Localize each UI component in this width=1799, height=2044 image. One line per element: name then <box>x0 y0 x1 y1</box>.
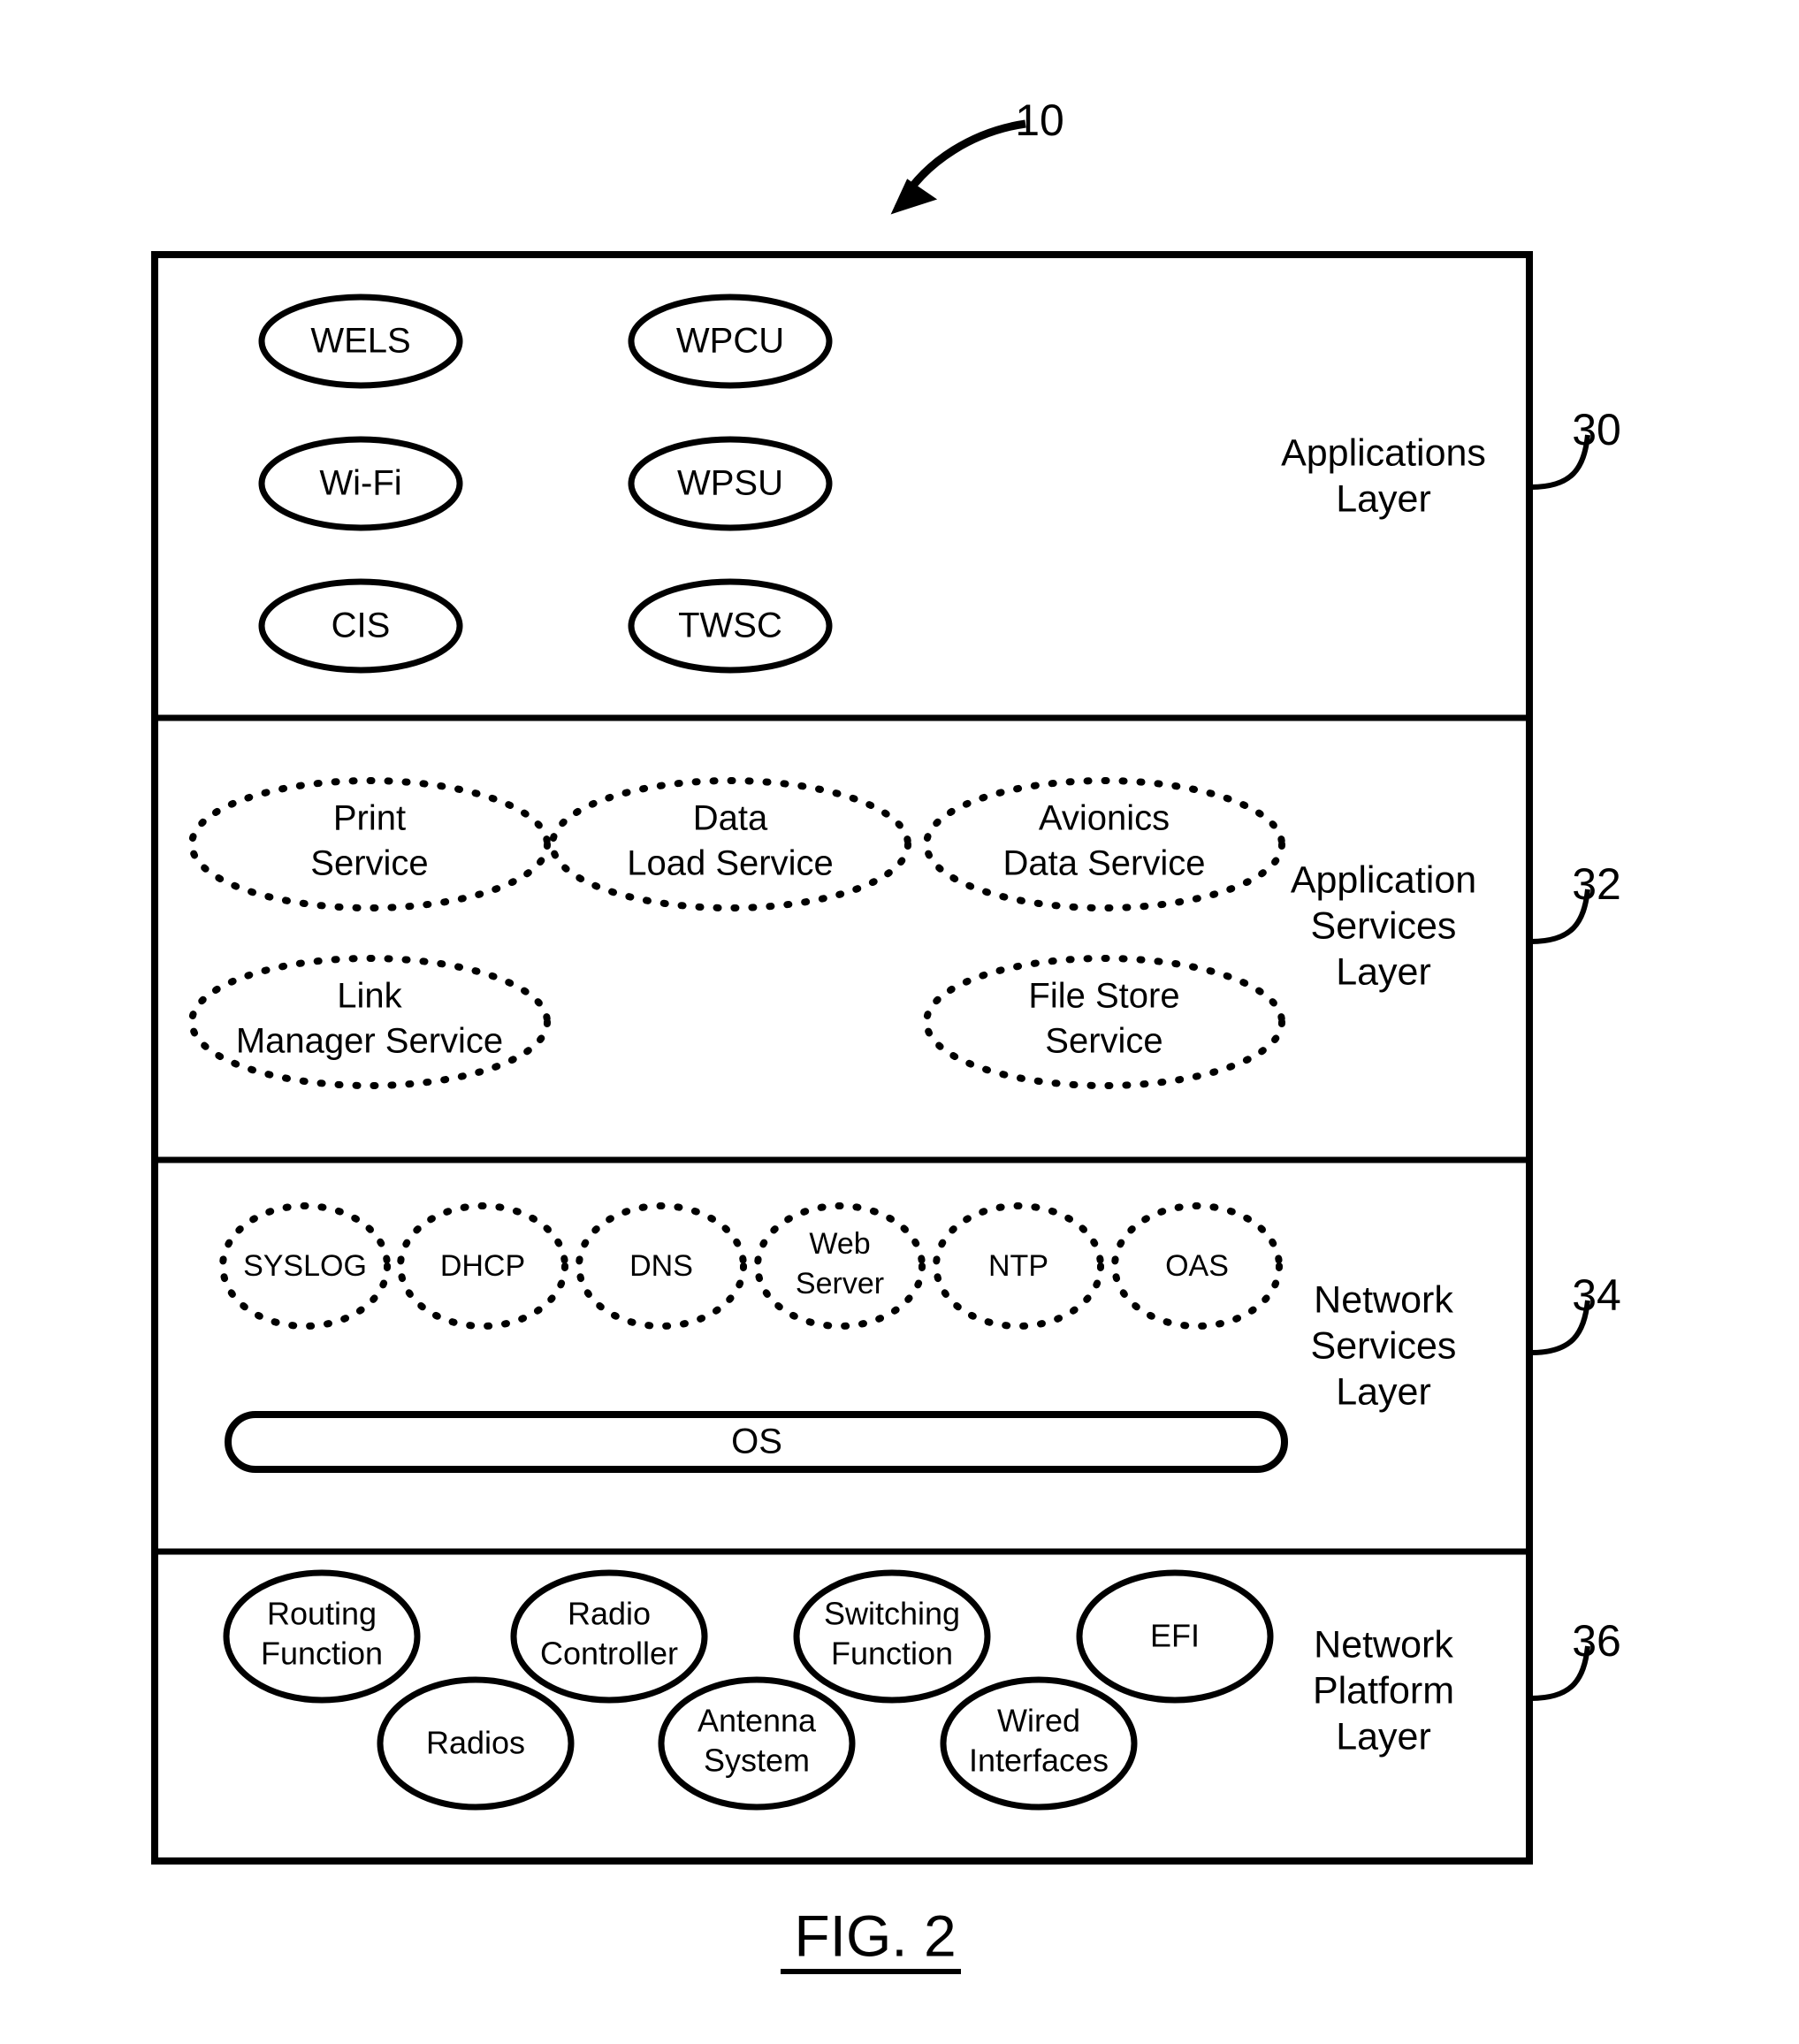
layer-label-application-services-line-1: Application <box>1291 858 1476 901</box>
layer-label-application-services: Application Services Layer <box>1291 858 1476 993</box>
node-print-service-label-line-2: Service <box>310 844 428 883</box>
node-switching-function-label-line-1: Switching <box>824 1596 960 1632</box>
node-wired-interfaces-label-line-1: Wired <box>997 1703 1080 1739</box>
system-callout-arrowhead <box>890 179 938 215</box>
node-wpsu[interactable]: WPSU <box>628 436 833 531</box>
layer-label-network-services: Network Services Layer <box>1311 1278 1457 1413</box>
node-data-load-service-label-line-2: Load Service <box>627 844 833 883</box>
layer-applications: WELS WPCU Wi-Fi WPSU CIS TWSC Applicatio… <box>258 294 1621 674</box>
ref-callout-30: 30 <box>1530 405 1621 490</box>
node-oas[interactable]: OAS <box>1111 1202 1283 1330</box>
node-web-server[interactable]: Web Server <box>754 1202 926 1330</box>
node-wifi[interactable]: Wi-Fi <box>258 436 463 531</box>
node-avionics-data-service[interactable]: Avionics Data Service <box>923 777 1285 911</box>
layer-label-applications-line-1: Applications <box>1281 431 1486 474</box>
layer-label-network-services-line-2: Services <box>1311 1324 1457 1367</box>
node-link-manager-service[interactable]: Link Manager Service <box>188 955 551 1089</box>
layer-label-network-platform-line-3: Layer <box>1336 1715 1431 1758</box>
node-routing-function-label-line-2: Function <box>261 1636 383 1672</box>
figure-caption-group: FIG. 2 <box>781 1903 961 1974</box>
node-switching-function[interactable]: Switching Function <box>793 1569 991 1704</box>
layer-label-network-platform-line-1: Network <box>1314 1623 1453 1666</box>
node-wired-interfaces-label-line-2: Interfaces <box>969 1743 1109 1779</box>
node-wpcu-label: WPCU <box>676 322 784 361</box>
layer-label-network-services-line-3: Layer <box>1336 1370 1431 1413</box>
node-file-store-service-label-line-2: Service <box>1045 1022 1162 1061</box>
node-dhcp-label: DHCP <box>440 1249 525 1283</box>
node-data-load-service-label-line-1: Data <box>693 799 768 838</box>
node-twsc[interactable]: TWSC <box>628 578 833 674</box>
node-web-server-label-line-1: Web <box>809 1227 870 1261</box>
ref-callout-36: 36 <box>1530 1616 1621 1701</box>
node-wels-label: WELS <box>310 322 410 361</box>
node-web-server-label-line-2: Server <box>796 1267 884 1300</box>
node-wels[interactable]: WELS <box>258 294 463 389</box>
node-oas-label: OAS <box>1165 1249 1229 1283</box>
layer-label-application-services-line-3: Layer <box>1336 950 1431 993</box>
layer-application-services: Print Service Data Load Service Avionics… <box>188 777 1621 1089</box>
node-efi-label: EFI <box>1150 1618 1200 1654</box>
node-antenna-system-label-line-2: System <box>704 1743 810 1779</box>
ref-callout-36-number: 36 <box>1572 1616 1621 1666</box>
node-dhcp[interactable]: DHCP <box>397 1202 568 1330</box>
node-wired-interfaces[interactable]: Wired Interfaces <box>940 1676 1138 1811</box>
figure-caption: FIG. 2 <box>794 1903 956 1968</box>
layer-label-applications: Applications Layer <box>1281 431 1486 520</box>
node-file-store-service[interactable]: File Store Service <box>923 955 1285 1089</box>
node-os-label: OS <box>731 1422 782 1461</box>
node-link-manager-service-label-line-1: Link <box>337 977 402 1016</box>
node-antenna-system[interactable]: Antenna System <box>658 1676 856 1811</box>
layer-label-network-platform-line-2: Platform <box>1313 1669 1454 1712</box>
ref-callout-32: 32 <box>1530 859 1621 944</box>
system-ref-number: 10 <box>1015 95 1064 145</box>
node-routing-function-label-line-1: Routing <box>267 1596 377 1632</box>
layer-label-applications-line-2: Layer <box>1336 477 1431 520</box>
node-link-manager-service-label-line-2: Manager Service <box>236 1022 503 1061</box>
node-dns-label: DNS <box>629 1249 693 1283</box>
system-callout: 10 <box>890 95 1064 215</box>
layer-label-network-services-line-1: Network <box>1314 1278 1453 1321</box>
node-avionics-data-service-label-line-1: Avionics <box>1039 799 1170 838</box>
node-radios[interactable]: Radios <box>377 1676 575 1811</box>
node-radios-label: Radios <box>426 1725 525 1761</box>
node-twsc-label: TWSC <box>678 606 782 645</box>
node-wpcu[interactable]: WPCU <box>628 294 833 389</box>
node-print-service[interactable]: Print Service <box>188 777 551 911</box>
node-ntp[interactable]: NTP <box>933 1202 1104 1330</box>
layer-network-services: SYSLOG DHCP DNS Web Server NTP OAS OS Ne… <box>219 1202 1621 1473</box>
node-file-store-service-label-line-1: File Store <box>1028 977 1179 1016</box>
node-cis-label: CIS <box>332 606 391 645</box>
node-radio-controller[interactable]: Radio Controller <box>510 1569 708 1704</box>
node-cis[interactable]: CIS <box>258 578 463 674</box>
ref-callout-34-number: 34 <box>1572 1270 1621 1320</box>
node-radio-controller-label-line-2: Controller <box>540 1636 678 1672</box>
ref-callout-34: 34 <box>1530 1270 1621 1355</box>
layer-label-application-services-line-2: Services <box>1311 904 1457 947</box>
layer-label-network-platform: Network Platform Layer <box>1313 1623 1454 1758</box>
node-antenna-system-label-line-1: Antenna <box>697 1703 817 1739</box>
node-avionics-data-service-label-line-2: Data Service <box>1003 844 1206 883</box>
node-wifi-label: Wi-Fi <box>319 464 401 503</box>
node-wpsu-label: WPSU <box>677 464 783 503</box>
ref-callout-32-number: 32 <box>1572 859 1621 909</box>
layer-network-platform: Routing Function Radio Controller Switch… <box>223 1569 1621 1811</box>
figure-canvas: 10 WELS WPCU Wi-Fi WPSU CIS TWSC Applica… <box>151 95 1621 1974</box>
node-print-service-label-line-1: Print <box>333 799 406 838</box>
node-efi[interactable]: EFI <box>1076 1569 1274 1704</box>
node-ntp-label: NTP <box>988 1249 1048 1283</box>
patent-figure: 10 WELS WPCU Wi-Fi WPSU CIS TWSC Applica… <box>0 0 1799 2044</box>
node-switching-function-label-line-2: Function <box>831 1636 953 1672</box>
node-os[interactable]: OS <box>225 1411 1288 1473</box>
ref-callout-30-number: 30 <box>1572 405 1621 454</box>
node-data-load-service[interactable]: Data Load Service <box>549 777 911 911</box>
node-syslog[interactable]: SYSLOG <box>219 1202 391 1330</box>
node-routing-function[interactable]: Routing Function <box>223 1569 421 1704</box>
node-syslog-label: SYSLOG <box>243 1249 367 1283</box>
node-dns[interactable]: DNS <box>576 1202 747 1330</box>
node-radio-controller-label-line-1: Radio <box>568 1596 651 1632</box>
